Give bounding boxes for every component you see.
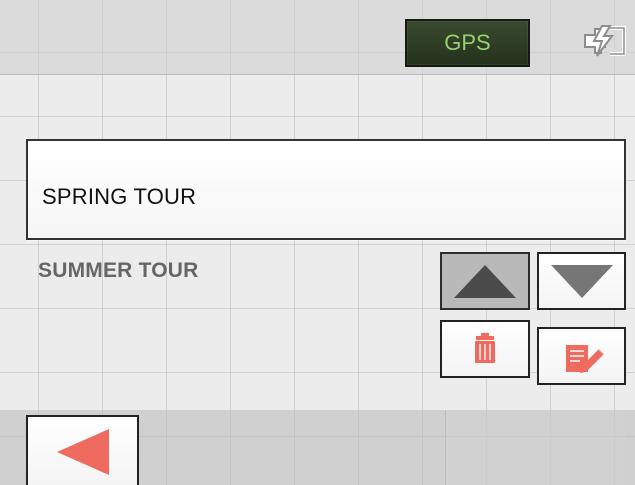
gps-status-badge: GPS (405, 19, 530, 67)
delete-route-button[interactable] (440, 320, 530, 378)
map-lane-decoration (445, 410, 626, 485)
arrow-up-icon (442, 254, 528, 308)
top-status-bar (0, 0, 635, 75)
back-arrow-icon (28, 417, 137, 485)
charging-plug-icon (575, 22, 629, 60)
trash-icon (442, 322, 528, 376)
move-down-button[interactable] (537, 252, 626, 310)
back-button[interactable] (26, 415, 139, 485)
arrow-down-icon (539, 254, 624, 308)
route-item-summer-tour[interactable]: SUMMER TOUR (38, 259, 428, 289)
screen: GPS SPRING TOUR SUMMER TOUR (0, 0, 635, 485)
route-item-label: SPRING TOUR (42, 184, 197, 209)
move-up-button[interactable] (440, 252, 530, 310)
route-item-spring-tour[interactable]: SPRING TOUR (26, 139, 626, 240)
edit-route-button[interactable] (537, 327, 626, 385)
edit-document-icon (539, 329, 624, 383)
